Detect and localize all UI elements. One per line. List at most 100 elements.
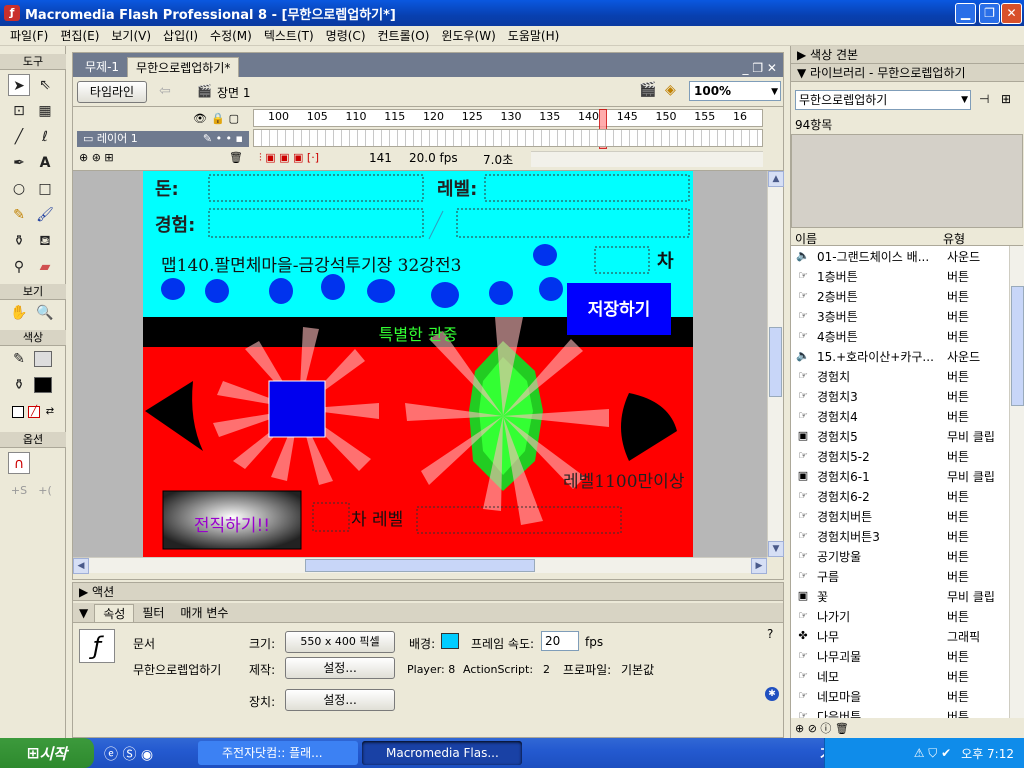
free-transform-tool-icon[interactable]: ⊡ xyxy=(8,100,30,122)
zoom-dropdown[interactable]: 100% ▼ xyxy=(689,81,781,101)
zoom-tool-icon[interactable]: 🔍 xyxy=(34,302,56,324)
library-item[interactable]: ☞ 1층버튼 버튼 xyxy=(793,266,1009,286)
pen-tool-icon[interactable]: ✒ xyxy=(8,152,30,174)
library-item[interactable]: ✤ 나무 그래픽 xyxy=(793,626,1009,646)
trash-icon[interactable]: 🗑 xyxy=(229,151,243,164)
eyedropper-tool-icon[interactable]: ⚲ xyxy=(8,256,30,278)
layer-frames[interactable] xyxy=(253,129,763,147)
layer-toggle-icons[interactable]: 👁🔒▢ xyxy=(193,112,243,125)
column-name[interactable]: 이름 xyxy=(795,230,817,247)
menu-help[interactable]: 도움말(H) xyxy=(502,27,566,44)
framerate-input[interactable]: 20 xyxy=(541,631,579,651)
column-type[interactable]: 유형 xyxy=(943,230,965,247)
menu-window[interactable]: 윈도우(W) xyxy=(435,27,501,44)
oval-tool-icon[interactable]: ○ xyxy=(8,178,30,200)
vscroll-thumb[interactable] xyxy=(769,327,782,397)
new-library-icon[interactable]: ⊞ xyxy=(1001,92,1011,106)
close-button[interactable]: ✕ xyxy=(1001,3,1022,24)
library-item[interactable]: 🔈 01-그랜드체이스 배... 사운드 xyxy=(793,246,1009,266)
library-item[interactable]: ☞ 경험치 버튼 xyxy=(793,366,1009,386)
quicklaunch-icons[interactable]: ⓔ Ⓢ ◉ xyxy=(104,744,153,764)
library-scroll-thumb[interactable] xyxy=(1011,286,1024,406)
stroke-color-swatch[interactable] xyxy=(34,351,52,367)
library-item[interactable]: ☞ 다음버튼 버튼 xyxy=(793,706,1009,718)
onion-skin-icons[interactable]: ⫶ ▣ ▣ ▣ [·] xyxy=(259,151,319,165)
hscroll-thumb[interactable] xyxy=(305,559,535,572)
library-footer-icons[interactable]: ⊕ ⊘ ⓘ 🗑 xyxy=(795,720,849,736)
library-item[interactable]: ☞ 경험치버튼 버튼 xyxy=(793,506,1009,526)
device-settings-button[interactable]: 설정... xyxy=(285,689,395,711)
selection-tool-icon[interactable]: ➤ xyxy=(8,74,30,96)
menu-view[interactable]: 보기(V) xyxy=(105,27,157,44)
library-item[interactable]: ▣ 경험치5 무비 클립 xyxy=(793,426,1009,446)
pencil-tool-icon[interactable]: ✎ xyxy=(8,204,30,226)
gradient-transform-tool-icon[interactable]: ▦ xyxy=(34,100,56,122)
paint-bucket-tool-icon[interactable]: ⛾ xyxy=(34,230,56,252)
text-tool-icon[interactable]: A xyxy=(34,152,56,174)
tray-icons[interactable]: ⚠ ⛉ ✔ xyxy=(914,746,951,761)
restore-button[interactable]: ❐ xyxy=(979,3,1000,24)
minimize-button[interactable]: ▁ xyxy=(955,3,976,24)
scene-label[interactable]: 장면 1 xyxy=(217,84,251,101)
publish-settings-button[interactable]: 설정... xyxy=(285,657,395,679)
library-item[interactable]: ☞ 경험치3 버튼 xyxy=(793,386,1009,406)
swap-colors-icon[interactable]: ⇄ xyxy=(44,406,56,418)
library-item[interactable]: ☞ 네모 버튼 xyxy=(793,666,1009,686)
library-item[interactable]: ▣ 경험치6-1 무비 클립 xyxy=(793,466,1009,486)
scroll-right-icon[interactable]: ▶ xyxy=(751,558,767,574)
add-layer-icon[interactable]: ⊕ ⊛ ⊞ xyxy=(79,151,114,164)
scroll-up-icon[interactable]: ▲ xyxy=(768,171,784,187)
job-change-button[interactable]: 전직하기!! xyxy=(163,511,301,536)
fill-color-swatch[interactable] xyxy=(34,377,52,393)
menu-commands[interactable]: 명령(C) xyxy=(320,27,372,44)
tab-properties[interactable]: 속성 xyxy=(94,603,135,622)
task-browser[interactable]: 주전자닷컴:: 플래... xyxy=(198,741,358,765)
stroke-color-icon[interactable]: ✎ xyxy=(8,348,30,370)
task-flash[interactable]: Macromedia Flas... xyxy=(362,741,522,765)
scroll-down-icon[interactable]: ▼ xyxy=(768,541,784,557)
no-color-icon[interactable]: ╱ xyxy=(28,406,40,418)
library-panel-header[interactable]: ▼ 라이브러리 - 무한으로렙업하기 xyxy=(791,64,1024,82)
edit-scene-icon[interactable]: 🎬 xyxy=(639,82,656,98)
color-swatch-panel-header[interactable]: ▶ 색상 견본 xyxy=(791,46,1024,64)
library-item[interactable]: ☞ 경험치4 버튼 xyxy=(793,406,1009,426)
subselection-tool-icon[interactable]: ⇖ xyxy=(34,74,56,96)
library-item[interactable]: ☞ 경험치5-2 버튼 xyxy=(793,446,1009,466)
library-vscroll[interactable] xyxy=(1009,246,1024,718)
size-button[interactable]: 550 x 400 픽셀 xyxy=(285,631,395,653)
save-button[interactable]: 저장하기 xyxy=(567,295,671,320)
library-item[interactable]: ☞ 4층버튼 버튼 xyxy=(793,326,1009,346)
tab-current-document[interactable]: 무한으로렙업하기* xyxy=(127,57,240,77)
lasso-tool-icon[interactable]: ℓ xyxy=(34,126,56,148)
library-item[interactable]: 🔈 15.+호라이산+카구... 사운드 xyxy=(793,346,1009,366)
stage-hscroll[interactable]: ◀ ▶ xyxy=(73,557,767,574)
snap-magnet-icon[interactable]: ∩ xyxy=(8,452,30,474)
doc-window-controls[interactable]: _ ❐ ✕ xyxy=(737,61,783,77)
tab-parameters[interactable]: 매개 변수 xyxy=(172,604,236,621)
library-item[interactable]: ☞ 3층버튼 버튼 xyxy=(793,306,1009,326)
library-item[interactable]: ☞ 경험치6-2 버튼 xyxy=(793,486,1009,506)
menu-control[interactable]: 컨트롤(O) xyxy=(372,27,436,44)
tab-untitled[interactable]: 무제-1 xyxy=(77,57,127,77)
timeline-button[interactable]: 타임라인 xyxy=(77,81,147,103)
line-tool-icon[interactable]: ╱ xyxy=(8,126,30,148)
scroll-left-icon[interactable]: ◀ xyxy=(73,558,89,574)
library-item[interactable]: ☞ 경험치버튼3 버튼 xyxy=(793,526,1009,546)
menu-text[interactable]: 텍스트(T) xyxy=(258,27,320,44)
brush-tool-icon[interactable]: 🖌 xyxy=(34,204,56,226)
ink-bottle-tool-icon[interactable]: ⚱ xyxy=(8,230,30,252)
rectangle-tool-icon[interactable]: □ xyxy=(34,178,56,200)
menu-edit[interactable]: 편집(E) xyxy=(54,27,105,44)
hand-tool-icon[interactable]: ✋ xyxy=(8,302,30,324)
eraser-tool-icon[interactable]: ▰ xyxy=(34,256,56,278)
library-item[interactable]: ☞ 공기방울 버튼 xyxy=(793,546,1009,566)
fill-color-icon[interactable]: ⚱ xyxy=(8,374,30,396)
tab-filters[interactable]: 필터 xyxy=(134,604,172,621)
background-color-swatch[interactable] xyxy=(441,633,459,649)
black-white-icon[interactable] xyxy=(12,406,24,418)
actions-panel-header[interactable]: ▶ 액션 xyxy=(73,583,783,601)
library-item[interactable]: ☞ 나가기 버튼 xyxy=(793,606,1009,626)
library-document-dropdown[interactable]: 무한으로렙업하기 ▼ xyxy=(795,90,971,110)
help-icon[interactable]: ? xyxy=(767,627,773,641)
menu-file[interactable]: 파일(F) xyxy=(4,27,54,44)
